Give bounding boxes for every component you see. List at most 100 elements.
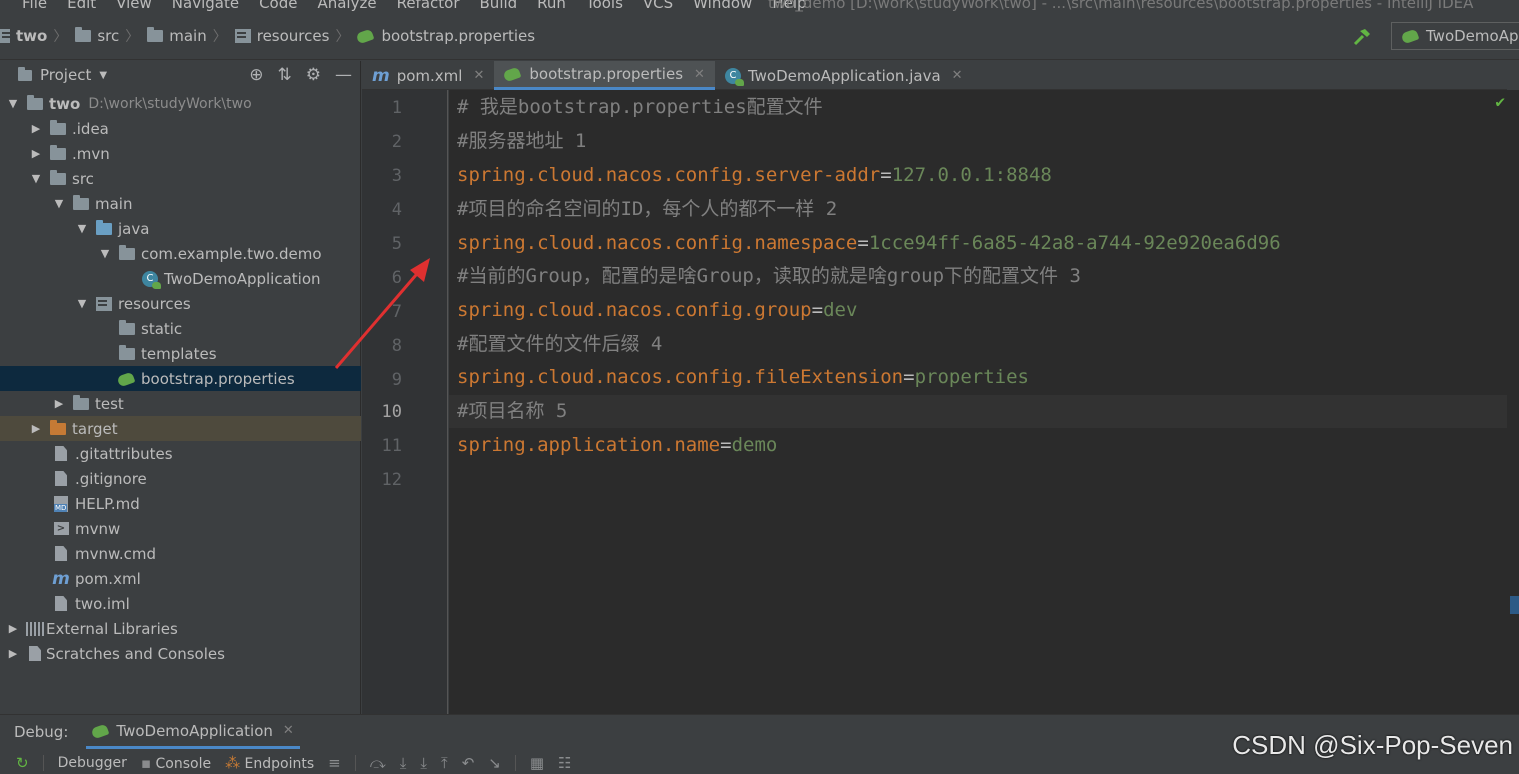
tree-item-target[interactable]: ▶ target <box>0 416 361 441</box>
menu-edit[interactable]: Edit <box>67 0 96 12</box>
tree-item-gitattributes[interactable]: .gitattributes <box>0 441 361 466</box>
menu-run[interactable]: Run <box>537 0 566 12</box>
menu-view[interactable]: View <box>116 0 152 12</box>
chevron-down-icon[interactable]: ▼ <box>75 222 89 235</box>
close-icon[interactable]: ✕ <box>952 68 963 83</box>
tree-item-mvnw[interactable]: > mvnw <box>0 516 361 541</box>
chevron-right-icon[interactable]: ▶ <box>29 122 43 135</box>
menu-tools[interactable]: Tools <box>586 0 623 12</box>
minimize-icon[interactable]: — <box>335 65 352 85</box>
property-value: properties <box>914 366 1029 388</box>
menu-analyze[interactable]: Analyze <box>317 0 376 12</box>
tree-item-external-libraries[interactable]: ▶ External Libraries <box>0 616 361 641</box>
breadcrumb-two[interactable]: two <box>0 27 47 45</box>
step-into-icon[interactable]: ⤓ <box>400 754 407 772</box>
breadcrumb-src[interactable]: src <box>75 27 119 45</box>
scrollbar-marker <box>1510 596 1519 614</box>
tree-label: static <box>141 319 183 338</box>
breadcrumb-resources[interactable]: resources <box>234 27 329 45</box>
tree-item-gitignore[interactable]: .gitignore <box>0 466 361 491</box>
debugger-tab[interactable]: Debugger <box>58 755 127 771</box>
line-number: 7 <box>391 302 402 322</box>
shell-script-icon: > <box>53 522 69 535</box>
tree-item-idea[interactable]: ▶ .idea <box>0 116 361 141</box>
project-panel-title[interactable]: Project <box>40 66 91 84</box>
tree-item-twodemoapplication[interactable]: C TwoDemoApplication <box>0 266 361 291</box>
tree-item-scratches[interactable]: ▶ Scratches and Consoles <box>0 641 361 666</box>
file-icon <box>55 546 67 561</box>
tree-label: com.example.two.demo <box>141 244 322 263</box>
code-editor[interactable]: # 我是bootstrap.properties配置文件 #服务器地址 1 sp… <box>449 90 1507 714</box>
menu-build[interactable]: Build <box>480 0 518 12</box>
chevron-right-icon[interactable]: ▶ <box>6 647 20 660</box>
locate-icon[interactable]: ⊕ <box>249 65 263 85</box>
tree-item-resources[interactable]: ▼ resources <box>0 291 361 316</box>
menu-window[interactable]: Window <box>693 0 752 12</box>
close-icon[interactable]: ✕ <box>473 68 484 83</box>
chevron-down-icon[interactable]: ▼ <box>75 297 89 310</box>
tab-bootstrap-properties[interactable]: bootstrap.properties ✕ <box>494 61 715 90</box>
console-tab[interactable]: ▪ Console <box>141 754 211 772</box>
close-icon[interactable]: ✕ <box>283 723 294 738</box>
tree-item-src[interactable]: ▼ src <box>0 166 361 191</box>
chevron-down-icon[interactable]: ▼ <box>52 197 66 210</box>
tree-item-mvn[interactable]: ▶ .mvn <box>0 141 361 166</box>
tab-pom-xml[interactable]: m pom.xml ✕ <box>362 61 494 90</box>
menu-icon[interactable]: ≡ <box>328 754 341 772</box>
collapse-all-icon[interactable]: ⇅ <box>278 65 292 85</box>
line-number-gutter[interactable]: 1 2 3 4 5 6 7 8 9 10 11 12 <box>362 90 448 714</box>
tree-item-test[interactable]: ▶ test <box>0 391 361 416</box>
menu-file[interactable]: File <box>22 0 47 12</box>
property-value: 1cce94ff-6a85-42a8-a744-92e920ea6d96 <box>868 232 1281 254</box>
breadcrumb-main[interactable]: main <box>147 27 207 45</box>
evaluate-icon[interactable]: ▦ <box>530 754 544 772</box>
tree-item-pom-xml[interactable]: m pom.xml <box>0 566 361 591</box>
debug-panel-title: Debug: <box>14 723 69 741</box>
tree-item-help-md[interactable]: HELP.md <box>0 491 361 516</box>
property-key: spring.cloud.nacos.config.namespace <box>457 232 858 254</box>
chevron-right-icon[interactable]: ▶ <box>52 397 66 410</box>
chevron-down-icon[interactable]: ▼ <box>98 247 112 260</box>
chevron-right-icon[interactable]: ▶ <box>29 147 43 160</box>
build-hammer-icon[interactable] <box>1353 28 1371 46</box>
tree-item-java[interactable]: ▼ java <box>0 216 361 241</box>
inspection-ok-icon[interactable]: ✔ <box>1495 92 1505 111</box>
step-over-icon[interactable]: ⤼ <box>370 754 386 772</box>
tree-item-two[interactable]: ▼ two D:\work\studyWork\two <box>0 91 361 116</box>
tree-item-bootstrap-properties[interactable]: bootstrap.properties <box>0 366 361 391</box>
menu-navigate[interactable]: Navigate <box>172 0 239 12</box>
property-value: 127.0.0.1:8848 <box>891 164 1052 186</box>
tree-item-static[interactable]: static <box>0 316 361 341</box>
chevron-down-icon[interactable]: ▼ <box>29 172 43 185</box>
trace-icon[interactable]: ☷ <box>558 754 571 772</box>
chevron-down-icon[interactable]: ▼ <box>99 70 107 81</box>
run-configuration-selector[interactable]: TwoDemoAp <box>1391 22 1519 50</box>
breadcrumb-bootstrap-properties[interactable]: bootstrap.properties <box>357 27 535 45</box>
tree-item-mvnw-cmd[interactable]: mvnw.cmd <box>0 541 361 566</box>
tree-item-main[interactable]: ▼ main <box>0 191 361 216</box>
close-icon[interactable]: ✕ <box>694 67 705 82</box>
tree-item-two-iml[interactable]: two.iml <box>0 591 361 616</box>
chevron-down-icon[interactable]: ▼ <box>6 97 20 110</box>
endpoints-tab[interactable]: ⁂ Endpoints <box>225 754 314 772</box>
tree-item-package[interactable]: ▼ com.example.two.demo <box>0 241 361 266</box>
run-to-cursor-icon[interactable]: ↘ <box>488 754 501 772</box>
chevron-right-icon[interactable]: ▶ <box>6 622 20 635</box>
folder-icon <box>147 27 164 42</box>
drop-frame-icon[interactable]: ↶ <box>462 754 475 772</box>
menu-code[interactable]: Code <box>259 0 297 12</box>
chevron-right-icon[interactable]: ▶ <box>29 422 43 435</box>
rerun-icon[interactable]: ↻ <box>16 754 29 772</box>
menu-refactor[interactable]: Refactor <box>397 0 460 12</box>
module-path: D:\work\studyWork\two <box>88 95 252 112</box>
gear-icon[interactable]: ⚙ <box>306 65 321 85</box>
tree-item-templates[interactable]: templates <box>0 341 361 366</box>
menu-vcs[interactable]: VCS <box>643 0 673 12</box>
debug-tab-twodemoapplication[interactable]: TwoDemoApplication ✕ <box>86 715 300 749</box>
equals-sign: = <box>857 232 869 254</box>
editor-scrollbar[interactable] <box>1507 90 1519 714</box>
equals-sign: = <box>903 366 915 388</box>
tab-twodemoapplication-java[interactable]: C TwoDemoApplication.java ✕ <box>715 61 973 90</box>
force-step-into-icon[interactable]: ⤓ <box>420 754 427 772</box>
step-out-icon[interactable]: ⤒ <box>441 754 448 772</box>
